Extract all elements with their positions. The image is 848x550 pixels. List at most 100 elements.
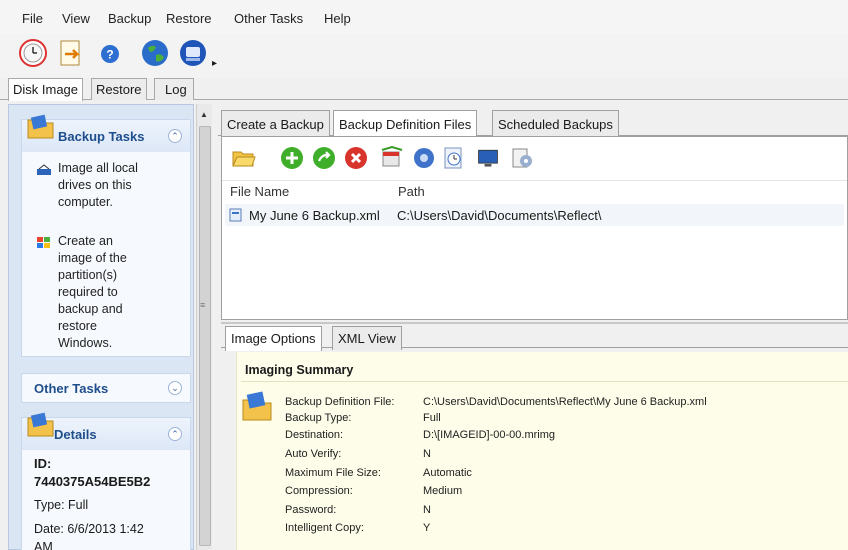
scroll-grip-icon: ≡: [200, 300, 206, 310]
column-path[interactable]: Path: [398, 184, 425, 199]
svg-text:?: ?: [106, 48, 113, 62]
menu-restore[interactable]: Restore: [166, 11, 212, 26]
scrollbar-thumb[interactable]: [199, 126, 211, 546]
summary-label: Backup Type:: [285, 412, 352, 424]
other-tasks-panel[interactable]: Other Tasks ⌄: [21, 373, 191, 403]
details-header[interactable]: Details ⌃: [22, 412, 190, 450]
task2-line5: backup and: [58, 302, 123, 316]
add-icon[interactable]: [280, 146, 304, 170]
menu-help[interactable]: Help: [324, 11, 351, 26]
backup-tasks-title: Backup Tasks: [58, 129, 145, 144]
details-collapse-icon[interactable]: ⌃: [168, 427, 182, 441]
tab-create-backup[interactable]: Create a Backup: [221, 110, 330, 136]
windows-logo-icon: [37, 237, 50, 248]
task1-line3: computer.: [58, 195, 113, 209]
task-image-windows-partitions[interactable]: Create an image of the partition(s) requ…: [58, 233, 176, 352]
options-icon[interactable]: [510, 146, 534, 170]
summary-value: D:\[IMAGEID]-00-00.mrimg: [423, 429, 556, 441]
summary-label: Destination:: [285, 429, 344, 441]
menu-file[interactable]: File: [22, 11, 43, 26]
main-area: Create a Backup Backup Definition Files …: [218, 104, 848, 550]
summary-row-compression: Compression: Medium: [285, 485, 845, 501]
task-image-all-drives[interactable]: Image all local drives on this computer.: [58, 160, 176, 211]
summary-row-destination: Destination: D:\[IMAGEID]-00-00.mrimg: [285, 429, 845, 445]
summary-value: Y: [423, 522, 431, 534]
details-date: Date: 6/6/2013 1:42: [34, 522, 144, 536]
scroll-up-icon[interactable]: ▲: [200, 110, 208, 119]
task2-line2: image of the: [58, 251, 127, 265]
file-name-cell: My June 6 Backup.xml: [249, 208, 380, 223]
backup-tasks-panel: Backup Tasks ⌃ Image all local drives on…: [21, 114, 191, 357]
definition-toolbar: [222, 137, 847, 181]
summary-value: N: [423, 504, 431, 516]
tab-image-options[interactable]: Image Options: [225, 326, 322, 351]
view-tabs: Disk Image Restore Log: [0, 78, 848, 101]
column-file-name[interactable]: File Name: [230, 184, 289, 199]
table-row[interactable]: My June 6 Backup.xml C:\Users\David\Docu…: [225, 204, 844, 226]
menu-backup[interactable]: Backup: [108, 11, 151, 26]
open-folder-icon[interactable]: [232, 146, 256, 170]
sidebar-scrollbar[interactable]: ▲ ≡: [196, 104, 212, 550]
summary-label: Intelligent Copy:: [285, 522, 364, 534]
toolbar-overflow-icon[interactable]: ▸: [212, 58, 217, 69]
backup-clock-icon[interactable]: [18, 38, 48, 68]
file-path-cell: C:\Users\David\Documents\Reflect\: [397, 208, 602, 223]
menu-bar: File View Backup Restore Other Tasks Hel…: [0, 0, 848, 34]
summary-value: N: [423, 448, 431, 460]
folder-details-icon: [27, 412, 54, 437]
main-toolbar: ? ▸: [0, 34, 848, 78]
tab-restore[interactable]: Restore: [91, 78, 147, 100]
tab-scheduled-backups[interactable]: Scheduled Backups: [492, 110, 619, 136]
summary-row-max-file-size: Maximum File Size: Automatic: [285, 467, 845, 483]
task1-line2: drives on this: [58, 178, 132, 192]
folder-backup-icon: [27, 114, 54, 139]
summary-row-auto-verify: Auto Verify: N: [285, 448, 845, 464]
run-icon[interactable]: [312, 146, 336, 170]
menu-view[interactable]: View: [62, 11, 90, 26]
settings-gear-icon[interactable]: [412, 146, 436, 170]
summary-label: Password:: [285, 504, 337, 516]
details-id-value: 7440375A54BE5B2: [34, 474, 151, 489]
backup-tabs: Create a Backup Backup Definition Files …: [218, 110, 848, 137]
summary-row-backup-type: Backup Type: Full: [285, 412, 845, 428]
task2-line3: partition(s): [58, 268, 118, 282]
drives-icon: [37, 164, 51, 175]
summary-value: Medium: [423, 485, 463, 497]
tab-xml-view[interactable]: XML View: [332, 326, 402, 350]
detail-tabs: Image Options XML View: [221, 322, 848, 351]
summary-value: Automatic: [423, 467, 472, 479]
summary-title: Imaging Summary: [241, 360, 848, 382]
other-tasks-title: Other Tasks: [34, 381, 109, 396]
details-panel: Details ⌃ ID: 7440375A54BE5B2 Type: Full…: [21, 412, 191, 550]
task1-line1: Image all local: [58, 161, 138, 175]
help-icon[interactable]: ?: [100, 44, 120, 64]
summary-label: Auto Verify:: [285, 448, 342, 460]
menu-other-tasks[interactable]: Other Tasks: [234, 11, 303, 26]
summary-value: C:\Users\David\Documents\Reflect\My June…: [423, 396, 707, 408]
monitor-icon[interactable]: [476, 146, 500, 170]
details-date-cont: AM: [34, 540, 53, 550]
schedule-icon[interactable]: [380, 146, 404, 170]
tab-disk-image[interactable]: Disk Image: [8, 78, 84, 101]
restore-browse-icon[interactable]: [56, 38, 86, 68]
summary-label: Backup Definition File:: [285, 396, 395, 408]
tab-log[interactable]: Log: [154, 78, 194, 100]
expand-chevron-icon[interactable]: ⌄: [168, 381, 182, 395]
summary-label: Maximum File Size:: [285, 467, 381, 479]
collapse-chevron-icon[interactable]: ⌃: [168, 129, 182, 143]
summary-row-password: Password: N: [285, 504, 845, 520]
summary-folder-icon: [242, 391, 272, 421]
summary-row-definition-file: Backup Definition File: C:\Users\David\Do…: [285, 396, 845, 412]
clock-icon[interactable]: [442, 146, 466, 170]
tab-backup-definition-files[interactable]: Backup Definition Files: [333, 110, 478, 137]
summary-row-intelligent-copy: Intelligent Copy: Y: [285, 522, 845, 538]
backup-tasks-header[interactable]: Backup Tasks ⌃: [22, 114, 190, 152]
definition-files-panel: File Name Path My June 6 Backup.xml C:\U…: [221, 136, 848, 320]
delete-icon[interactable]: [344, 146, 368, 170]
xml-file-icon: [229, 208, 242, 222]
disk-icon[interactable]: [178, 38, 208, 68]
task2-line4: required to: [58, 285, 118, 299]
imaging-summary: Imaging Summary Backup Definition File: C…: [236, 352, 848, 550]
globe-icon[interactable]: [140, 38, 170, 68]
sidebar: Backup Tasks ⌃ Image all local drives on…: [8, 104, 194, 550]
